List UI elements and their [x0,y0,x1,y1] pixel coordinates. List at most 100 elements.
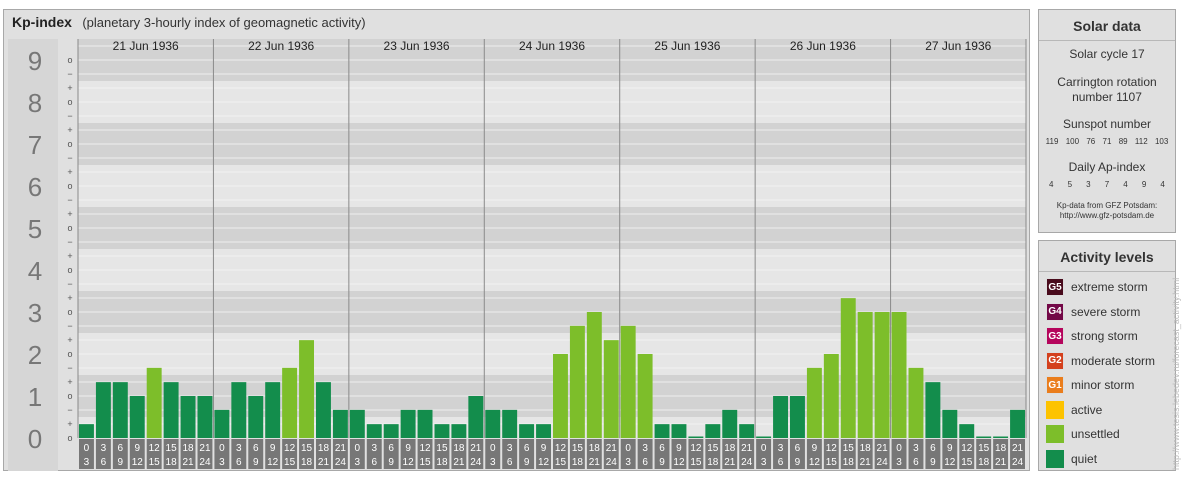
interval-start-label: 9 [270,443,276,454]
kp-bar [925,382,941,438]
y-minor-label: + [67,335,72,345]
interval-start-label: 9 [541,443,547,454]
y-minor-label: o [67,139,72,149]
interval-start-label: 3 [371,443,377,454]
y-minor-label: + [67,209,72,219]
interval-start-label: 18 [318,443,330,454]
interval-end-label: 6 [101,457,107,468]
y-axis-label: 4 [28,256,42,286]
kp-bar [840,298,856,438]
solar-cycle: Solar cycle 17 [1069,47,1145,61]
kp-bar [1010,409,1025,438]
interval-end-label: 12 [809,457,821,468]
interval-start-label: 12 [284,443,296,454]
kp-bar [485,409,501,438]
y-minor-label: + [67,83,72,93]
interval-end-label: 12 [538,457,550,468]
level-swatch [1046,425,1064,444]
level-label: extreme storm [1071,280,1148,295]
interval-end-label: 3 [625,457,631,468]
interval-end-label: 21 [860,457,872,468]
kp-bar [722,409,738,438]
sunspot-value: 119 [1045,137,1059,146]
credit-line-1: Kp-data from GFZ Potsdam: [1056,201,1158,210]
sunspot-value: 112 [1134,137,1148,146]
interval-end-label: 9 [253,457,259,468]
kp-bar [586,312,602,438]
interval-start-label: 0 [219,443,225,454]
kp-bar [823,354,839,438]
interval-end-label: 24 [877,457,889,468]
kp-bar [349,409,365,438]
interval-start-label: 6 [524,443,530,454]
ap-value: 9 [1141,180,1147,189]
kp-bar [806,367,822,438]
interval-end-label: 15 [555,457,567,468]
title-main: Kp-index [12,14,72,30]
carrington-line-2: number 1107 [1072,90,1142,104]
kp-bar [705,424,721,438]
kp-bar [502,409,518,438]
interval-end-label: 9 [659,457,665,468]
interval-start-label: 0 [84,443,90,454]
y-minor-label: − [67,111,72,121]
kp-bar [603,340,619,438]
interval-start-label: 12 [961,443,973,454]
interval-end-label: 24 [1012,457,1024,468]
interval-end-label: 6 [236,457,242,468]
level-unsettled: unsettled [1039,422,1175,447]
interval-start-label: 18 [995,443,1007,454]
interval-start-label: 0 [625,443,631,454]
interval-end-label: 21 [995,457,1007,468]
interval-end-label: 18 [572,457,584,468]
level-swatch: G1 [1046,376,1064,395]
day-label: 25 Jun 1936 [654,39,720,53]
kp-bar [265,382,281,438]
interval-start-label: 3 [236,443,242,454]
kp-bar [790,396,805,438]
interval-end-label: 18 [301,457,313,468]
kp-bar [688,436,704,438]
carrington-line-1: Carrington rotation [1057,75,1157,89]
y-minor-label: − [67,237,72,247]
day-label: 21 Jun 1936 [113,39,179,53]
y-minor-label: + [67,167,72,177]
y-minor-label: − [67,363,72,373]
solar-data-title: Solar data [1039,10,1175,41]
sunspot-value: 71 [1102,137,1112,146]
level-minor-storm: G1 minor storm [1039,373,1175,398]
y-axis-label: 9 [28,46,42,76]
kp-bar [553,354,568,438]
interval-end-label: 6 [778,457,784,468]
interval-end-label: 21 [318,457,330,468]
interval-end-label: 21 [182,457,194,468]
interval-start-label: 3 [507,443,513,454]
kp-bar [637,354,653,438]
kp-bar [908,367,924,438]
ap-value: 5 [1067,180,1073,189]
y-axis-label: 5 [28,214,42,244]
interval-start-label: 21 [741,443,753,454]
interval-end-label: 12 [132,457,144,468]
sunspot-value: 100 [1065,137,1080,146]
interval-start-label: 0 [490,443,496,454]
kp-bar [79,424,94,438]
interval-start-label: 6 [253,443,259,454]
kp-bar [197,396,213,438]
interval-start-label: 12 [690,443,702,454]
level-label: moderate storm [1071,353,1156,368]
credit-link[interactable]: http://www.gfz-potsdam.de [1039,211,1175,221]
title-subtitle: (planetary 3-hourly index of geomagnetic… [82,15,366,30]
y-axis-label: 3 [28,298,42,328]
interval-end-label: 24 [606,457,618,468]
kp-bar [976,436,992,438]
y-minor-label: o [67,349,72,359]
interval-end-label: 15 [149,457,161,468]
ap-value: 4 [1160,180,1165,189]
interval-end-label: 9 [524,457,530,468]
kp-bar [891,312,907,438]
level-label: active [1071,402,1103,417]
interval-start-label: 21 [199,443,211,454]
interval-end-label: 6 [913,457,919,468]
interval-start-label: 21 [1012,443,1024,454]
